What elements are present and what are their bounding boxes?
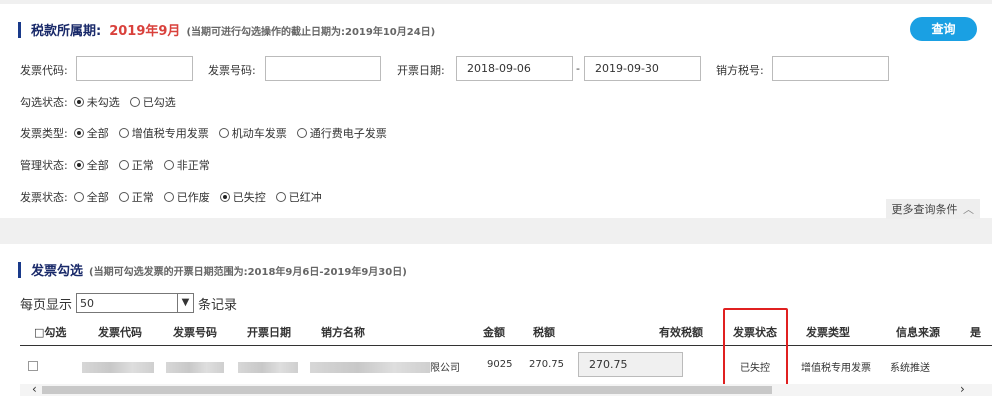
row-checkbox[interactable]	[28, 361, 38, 371]
page-size-select[interactable]: 50 ▼	[76, 293, 195, 313]
seller-tax-id-label: 销方税号:	[716, 64, 764, 77]
radio-selected-icon[interactable]	[73, 160, 84, 170]
selection-title: 发票勾选	[31, 264, 84, 279]
period-header: 税款所属期: 2019年9月 (当期可进行勾选操作的截止日期为:2019年10月…	[18, 20, 435, 39]
radio-selected-icon[interactable]	[219, 192, 230, 202]
radio-icon[interactable]	[118, 160, 129, 170]
header-effective-tax: 有效税额	[659, 326, 703, 339]
selection-header: 发票勾选 (当期可勾选发票的开票日期范围为:2018年9月6日-2019年9月3…	[18, 260, 407, 279]
header-invoice-number: 发票号码	[173, 326, 217, 339]
header-invoice-date: 开票日期	[247, 326, 291, 339]
invoice-status-row: 发票状态: 全部 正常 已作废 已失控 已红冲	[20, 189, 332, 205]
page-size-suffix: 条记录	[198, 297, 238, 313]
chevron-up-icon: ︿	[963, 203, 974, 216]
invoice-type-option-toll-electronic[interactable]: 通行费电子发票	[296, 125, 387, 141]
check-status-option-unchecked[interactable]: 未勾选	[73, 94, 120, 110]
header-seller-name: 销方名称	[321, 326, 365, 339]
invoice-status-option-normal[interactable]: 正常	[118, 189, 154, 205]
more-conditions-label: 更多查询条件	[891, 203, 958, 216]
invoice-date-label: 开票日期:	[397, 64, 445, 77]
title-bar-accent	[18, 261, 21, 278]
scroll-left-icon[interactable]: ‹	[32, 382, 37, 396]
invoice-status-option-voided[interactable]: 已作废	[163, 189, 210, 205]
radio-icon[interactable]	[163, 192, 174, 202]
radio-icon[interactable]	[129, 97, 140, 107]
management-status-option-all[interactable]: 全部	[73, 157, 109, 173]
date-range-separator: -	[576, 62, 580, 75]
query-button[interactable]: 查询	[910, 17, 977, 41]
seller-tax-id-input[interactable]	[772, 56, 889, 81]
invoice-type-option-vehicle[interactable]: 机动车发票	[218, 125, 287, 141]
header-tax: 税额	[533, 326, 555, 339]
query-panel: 税款所属期: 2019年9月 (当期可进行勾选操作的截止日期为:2019年10月…	[0, 4, 992, 219]
invoice-number-label: 发票号码:	[208, 64, 256, 77]
management-status-option-abnormal[interactable]: 非正常	[163, 157, 210, 173]
period-title: 税款所属期:	[31, 24, 102, 39]
radio-selected-icon[interactable]	[73, 128, 84, 138]
title-bar-accent	[18, 21, 21, 38]
invoice-code-label: 发票代码:	[20, 64, 68, 77]
more-conditions-toggle[interactable]: 更多查询条件 ︿	[885, 199, 980, 219]
scroll-right-icon[interactable]: ›	[960, 382, 965, 396]
invoice-type-option-all[interactable]: 全部	[73, 125, 109, 141]
horizontal-scrollbar[interactable]: ‹ ›	[20, 382, 992, 396]
redacted-invoice-code	[82, 362, 154, 373]
status-column-highlight	[723, 308, 788, 390]
period-value: 2019年9月	[109, 24, 181, 39]
chevron-down-icon[interactable]: ▼	[177, 294, 193, 312]
scrollbar-thumb[interactable]	[42, 386, 772, 394]
date-to-input[interactable]: 2019-09-30	[584, 56, 701, 81]
page-size-control: 每页显示 50 ▼ 条记录	[20, 293, 237, 313]
redacted-seller-name	[310, 362, 430, 373]
management-status-row: 管理状态: 全部 正常 非正常	[20, 157, 220, 173]
period-deadline-note: (当期可进行勾选操作的截止日期为:2019年10月24日)	[186, 27, 436, 38]
header-check-all[interactable]: □勾选	[34, 324, 66, 340]
page-size-value: 50	[80, 296, 95, 310]
row-effective-tax-input[interactable]: 270.75	[578, 352, 683, 377]
header-info-source: 信息来源	[896, 326, 940, 339]
invoice-type-row: 发票类型: 全部 增值税专用发票 机动车发票 通行费电子发票	[20, 125, 397, 141]
row-seller-suffix: 限公司	[430, 363, 460, 374]
invoice-type-label: 发票类型:	[20, 127, 68, 140]
row-tax: 270.75	[529, 359, 564, 370]
header-invoice-type: 发票类型	[806, 326, 850, 339]
check-status-row: 勾选状态: 未勾选 已勾选	[20, 94, 186, 110]
invoice-status-option-all[interactable]: 全部	[73, 189, 109, 205]
invoice-status-label: 发票状态:	[20, 191, 68, 204]
row-invoice-type: 增值税专用发票	[801, 363, 871, 374]
header-invoice-code: 发票代码	[98, 326, 142, 339]
management-status-label: 管理状态:	[20, 159, 68, 172]
invoice-code-input[interactable]	[76, 56, 193, 81]
radio-icon[interactable]	[218, 128, 229, 138]
selection-date-range-note: (当期可勾选发票的开票日期范围为:2018年9月6日-2019年9月30日)	[89, 267, 407, 278]
date-from-input[interactable]: 2018-09-06	[456, 56, 573, 81]
header-more-column: 是	[970, 326, 981, 339]
radio-icon[interactable]	[296, 128, 307, 138]
radio-icon[interactable]	[163, 160, 174, 170]
radio-icon[interactable]	[275, 192, 286, 202]
row-info-source: 系统推送	[890, 363, 930, 374]
redacted-invoice-date	[238, 362, 298, 373]
management-status-option-normal[interactable]: 正常	[118, 157, 154, 173]
invoice-type-option-vat-special[interactable]: 增值税专用发票	[118, 125, 209, 141]
radio-icon[interactable]	[118, 128, 129, 138]
page-size-prefix: 每页显示	[20, 297, 73, 313]
invoice-status-option-red-reversed[interactable]: 已红冲	[275, 189, 322, 205]
header-divider	[20, 345, 992, 346]
invoice-number-input[interactable]	[265, 56, 381, 81]
row-amount: 9025	[487, 359, 513, 370]
radio-selected-icon[interactable]	[73, 97, 84, 107]
redacted-invoice-number	[166, 362, 224, 373]
radio-icon[interactable]	[73, 192, 84, 202]
radio-icon[interactable]	[118, 192, 129, 202]
check-status-option-checked[interactable]: 已勾选	[129, 94, 176, 110]
check-status-label: 勾选状态:	[20, 96, 68, 109]
header-amount: 金额	[483, 326, 505, 339]
invoice-selection-panel: 发票勾选 (当期可勾选发票的开票日期范围为:2018年9月6日-2019年9月3…	[0, 244, 992, 403]
invoice-status-option-out-of-control[interactable]: 已失控	[219, 189, 266, 205]
